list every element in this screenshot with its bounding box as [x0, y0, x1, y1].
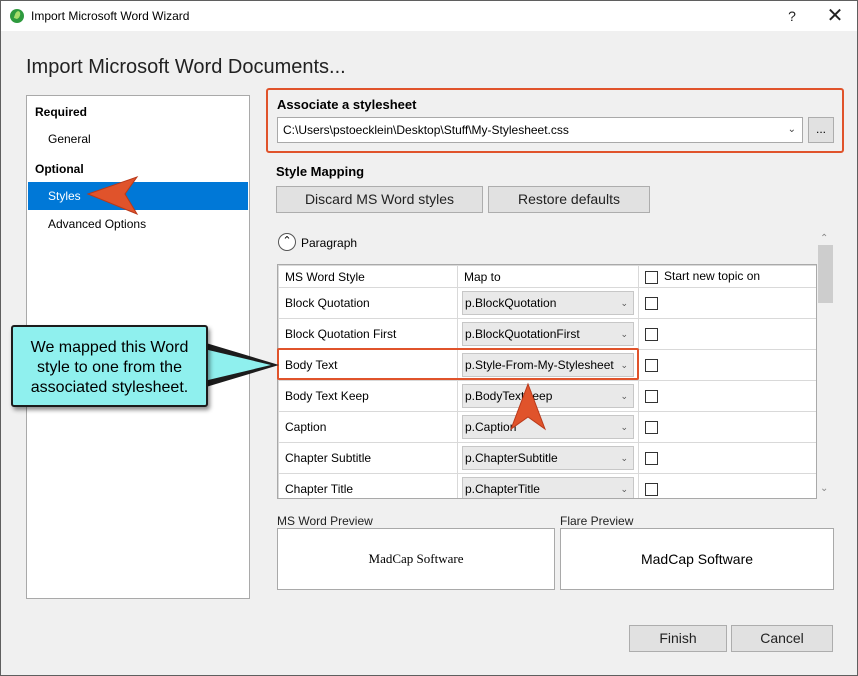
window-title: Import Microsoft Word Wizard — [31, 9, 190, 23]
browse-stylesheet-button[interactable]: ... — [808, 117, 834, 143]
scrollbar-thumb[interactable] — [818, 245, 833, 303]
table-row: Body Text Keep p.BodyTextKeep ⌄ — [278, 380, 816, 412]
style-mapping-grid: MS Word Style Map to Start new topic on … — [277, 264, 817, 499]
ms-word-preview-box: MadCap Software — [277, 528, 555, 590]
select-all-checkbox[interactable] — [645, 270, 658, 284]
associate-stylesheet-title: Associate a stylesheet — [277, 97, 417, 112]
chevron-down-icon: ⌄ — [620, 422, 628, 432]
madcap-flare-app-icon — [10, 9, 24, 23]
ms-word-style-cell: Chapter Subtitle — [278, 442, 458, 474]
scroll-down-icon[interactable]: ⌄ — [820, 483, 828, 494]
chevron-down-icon: ⌄ — [620, 298, 628, 308]
map-to-combo[interactable]: p.BlockQuotation ⌄ — [462, 291, 634, 315]
chevron-down-icon: ⌄ — [787, 124, 796, 135]
body-text-row-highlight — [277, 348, 639, 380]
associate-stylesheet-highlight: Associate a stylesheet C:\Users\pstoeckl… — [266, 88, 844, 153]
close-button[interactable]: ✕ — [823, 5, 847, 27]
paragraph-section-label: Paragraph — [301, 236, 358, 250]
map-to-combo[interactable]: p.ChapterSubtitle ⌄ — [462, 446, 634, 470]
start-new-topic-checkbox[interactable] — [645, 359, 658, 373]
stylesheet-path-combo[interactable]: C:\Users\pstoecklein\Desktop\Stuff\My-St… — [277, 117, 803, 143]
chevron-up-icon[interactable]: ⌃ — [278, 233, 296, 251]
map-to-value: p.BlockQuotation — [465, 296, 557, 310]
nav-item-advanced-options[interactable]: Advanced Options — [28, 210, 248, 238]
flare-preview-box: MadCap Software — [560, 528, 834, 590]
ms-word-style-cell: Body Text Keep — [278, 380, 458, 412]
import-word-wizard-window: Import Microsoft Word Wizard ? ✕ Import … — [0, 0, 858, 676]
restore-defaults-button[interactable]: Restore defaults — [488, 186, 650, 213]
map-to-combo[interactable]: p.Caption ⌄ — [462, 415, 634, 439]
style-mapping-title: Style Mapping — [276, 164, 365, 179]
column-header-start-new-topic: Start new topic on — [638, 265, 816, 288]
table-row: Chapter Subtitle p.ChapterSubtitle ⌄ — [278, 442, 816, 474]
map-to-value: p.Caption — [465, 420, 517, 434]
nav-item-general[interactable]: General — [28, 125, 248, 153]
ms-word-style-cell: Caption — [278, 411, 458, 443]
start-new-topic-checkbox[interactable] — [645, 328, 658, 342]
chevron-down-icon: ⌄ — [620, 453, 628, 463]
ms-word-style-cell: Chapter Title — [278, 473, 458, 498]
map-to-value: p.BodyTextKeep — [465, 389, 553, 403]
finish-button[interactable]: Finish — [629, 625, 727, 652]
nav-section-optional: Optional — [35, 162, 84, 176]
table-row: Chapter Title p.ChapterTitle ⌄ — [278, 473, 816, 498]
start-new-topic-checkbox[interactable] — [645, 421, 658, 435]
scroll-up-icon[interactable]: ⌃ — [820, 233, 828, 244]
annotation-callout: We mapped this Word style to one from th… — [11, 325, 208, 407]
map-to-combo[interactable]: p.BlockQuotationFirst ⌄ — [462, 322, 634, 346]
map-to-value: p.BlockQuotationFirst — [465, 327, 580, 341]
nav-section-required: Required — [35, 105, 88, 119]
ms-word-style-cell: Block Quotation First — [278, 318, 458, 350]
start-new-topic-checkbox[interactable] — [645, 297, 658, 311]
start-new-topic-label: Start new topic on — [664, 269, 761, 284]
table-row: Block Quotation First p.BlockQuotationFi… — [278, 318, 816, 350]
grid-vertical-scrollbar[interactable]: ⌃ ⌄ — [817, 233, 834, 499]
map-to-value: p.ChapterTitle — [465, 482, 540, 496]
table-row: Block Quotation p.BlockQuotation ⌄ — [278, 287, 816, 319]
ms-word-style-cell: Block Quotation — [278, 287, 458, 319]
start-new-topic-checkbox[interactable] — [645, 390, 658, 404]
chevron-down-icon: ⌄ — [620, 484, 628, 494]
map-to-combo[interactable]: p.BodyTextKeep ⌄ — [462, 384, 634, 408]
start-new-topic-checkbox[interactable] — [645, 452, 658, 466]
grid-header-row: MS Word Style Map to Start new topic on — [278, 265, 816, 288]
column-header-map-to: Map to — [457, 265, 639, 288]
column-header-ms-word-style: MS Word Style — [278, 265, 458, 288]
map-to-combo[interactable]: p.ChapterTitle ⌄ — [462, 477, 634, 498]
chevron-down-icon: ⌄ — [620, 329, 628, 339]
help-button[interactable]: ? — [780, 5, 804, 27]
start-new-topic-checkbox[interactable] — [645, 483, 658, 497]
ms-word-preview-label: MS Word Preview — [277, 514, 373, 528]
discard-ms-word-styles-button[interactable]: Discard MS Word styles — [276, 186, 483, 213]
stylesheet-path-value: C:\Users\pstoecklein\Desktop\Stuff\My-St… — [283, 123, 569, 137]
cancel-button[interactable]: Cancel — [731, 625, 833, 652]
table-row: Caption p.Caption ⌄ — [278, 411, 816, 443]
map-to-value: p.ChapterSubtitle — [465, 451, 558, 465]
title-bar: Import Microsoft Word Wizard ? ✕ — [1, 1, 857, 31]
dialog-heading: Import Microsoft Word Documents... — [26, 56, 346, 78]
flare-preview-label: Flare Preview — [560, 514, 634, 528]
chevron-down-icon: ⌄ — [620, 391, 628, 401]
nav-item-styles[interactable]: Styles — [28, 182, 248, 210]
